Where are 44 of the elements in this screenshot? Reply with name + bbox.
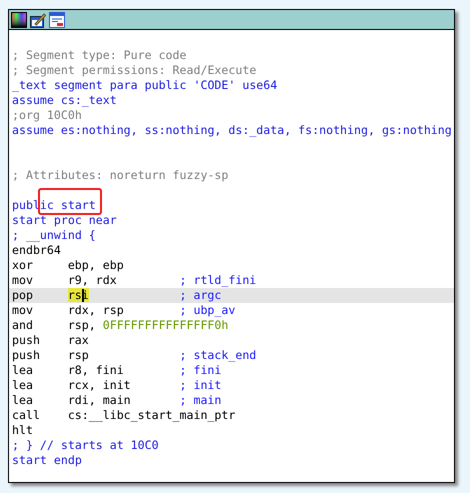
instruction-mnemonic: push [12, 348, 41, 363]
instruction-operand: r9, rdx [68, 273, 117, 287]
instruction-mnemonic: xor [12, 258, 34, 273]
instruction-mnemonic: hlt [12, 423, 34, 438]
code-directive: start proc near [12, 213, 117, 227]
instruction-mnemonic: mov [12, 273, 34, 288]
instruction-mnemonic: push [12, 333, 41, 348]
code-directive: ; } // starts at 10C0 [12, 438, 159, 452]
instruction-mnemonic: lea [12, 378, 34, 393]
code-directive: ; __unwind { [12, 228, 96, 242]
instruction-mnemonic: endbr64 [12, 243, 62, 258]
instruction-operand: r8, fini [68, 363, 124, 377]
code-comment: ;org 10C0h [12, 108, 82, 122]
pencil-icon[interactable] [30, 12, 46, 28]
instruction-mnemonic: pop [12, 288, 34, 303]
code-comment: ; stack_end [180, 348, 256, 362]
code-comment: ; init [180, 378, 222, 392]
code-comment: ; ubp_av [180, 303, 236, 317]
code-comment: ; rtld_fini [180, 273, 256, 287]
code-comment: ; Segment permissions: Read/Execute [12, 63, 256, 77]
instruction-operand: rdi, main [68, 393, 131, 407]
instruction-operand: cs:__libc_start_main_ptr [68, 408, 236, 422]
instruction-mnemonic: mov [12, 303, 34, 318]
instruction-operand: rsp [68, 348, 89, 362]
instruction-mnemonic: lea [12, 393, 34, 408]
code-directive: start endp [12, 453, 82, 467]
code-comment: ; Segment type: Pure code [12, 48, 187, 62]
instruction-operand: rax [68, 333, 89, 347]
instruction-mnemonic: lea [12, 363, 34, 378]
code-directive: _text segment para public 'CODE' use64 [12, 78, 278, 92]
code-comment: ; main [180, 393, 222, 407]
code-directive: assume cs:_text [12, 93, 117, 107]
code-directive: assume es:nothing, ss:nothing, ds:_data, fs:nothing, gs:nothing [12, 123, 452, 137]
instruction-operand: ebp, ebp [68, 258, 124, 272]
code-comment: ; fini [180, 363, 222, 377]
code-comment: ; argc [180, 288, 222, 302]
instruction-operand: rsp, 0FFFFFFFFFFFFFFF0h [68, 318, 228, 332]
dialog-window-icon[interactable] [49, 12, 65, 28]
color-palette-icon[interactable] [11, 12, 27, 28]
instruction-mnemonic: and [12, 318, 34, 333]
instruction-operand: rdx, rsp [68, 303, 124, 317]
instruction-mnemonic: call [12, 408, 41, 423]
code-comment: ; Attributes: noreturn fuzzy-sp [12, 168, 228, 182]
instruction-operand: rcx, init [68, 378, 131, 392]
